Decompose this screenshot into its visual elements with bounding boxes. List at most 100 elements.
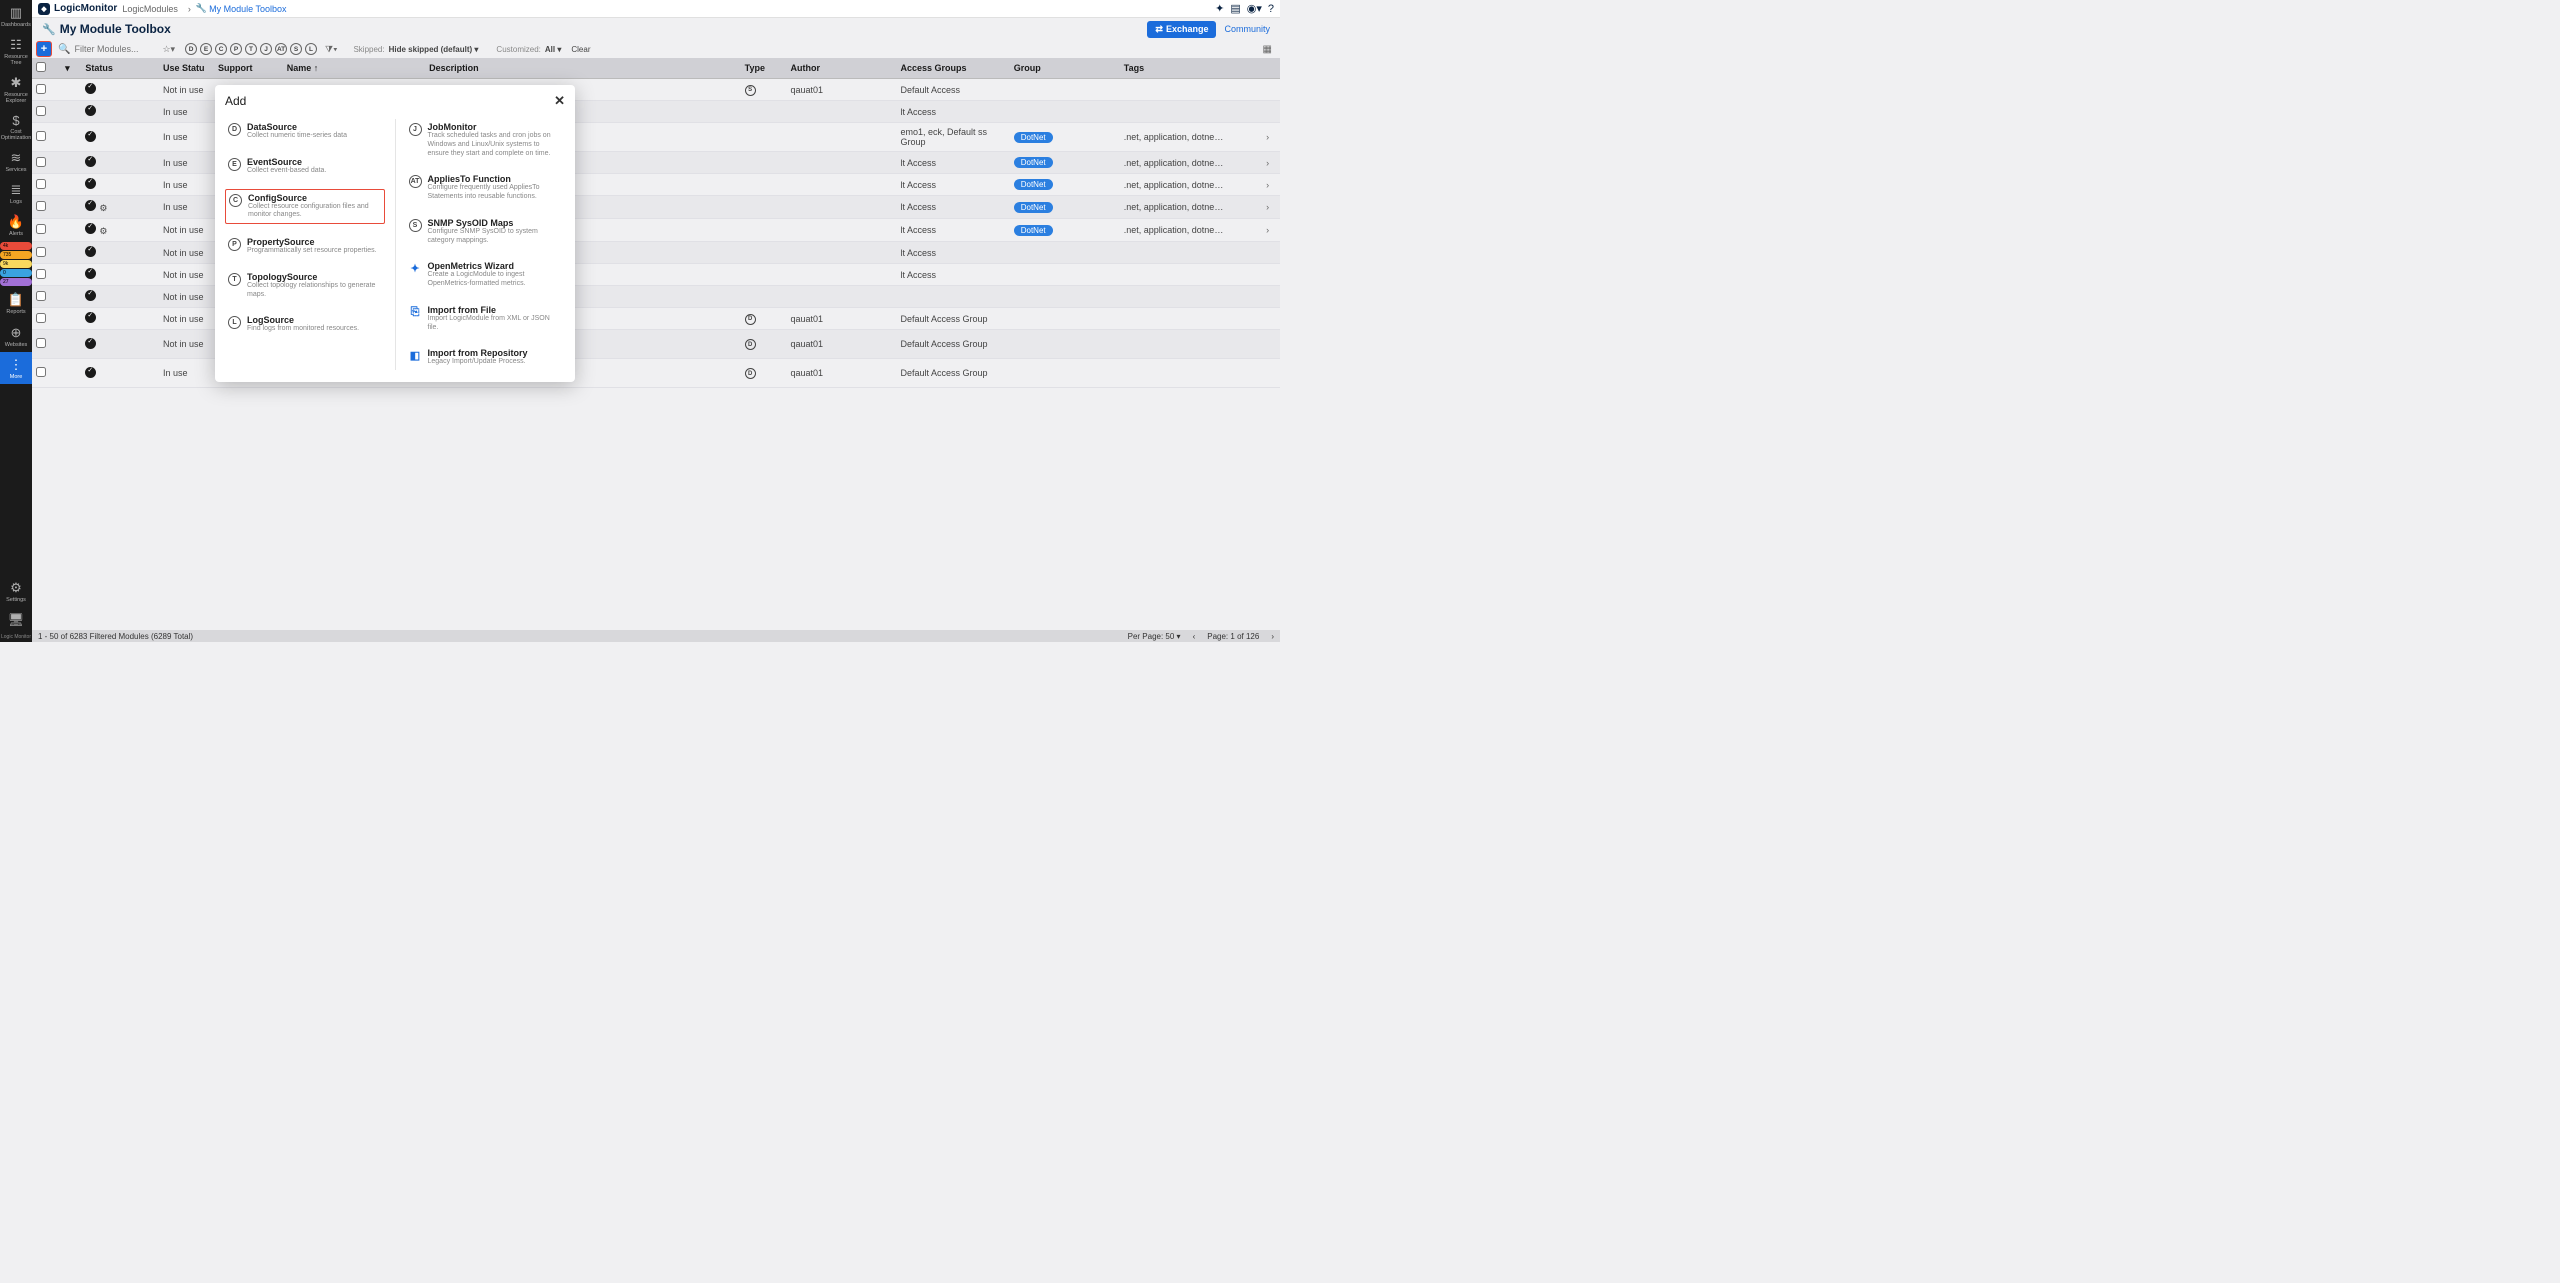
type-filter-s[interactable]: S [290,43,302,55]
col-header[interactable]: Support [214,58,283,79]
row-checkbox[interactable] [36,224,46,234]
add-option-import-from-file[interactable]: ⎘ Import from File Import LogicModule fr… [406,302,566,336]
col-header[interactable]: Status [81,58,159,79]
add-option-snmp-sysoid-maps[interactable]: S SNMP SysOID Maps Configure SNMP SysOID… [406,215,566,249]
add-option-jobmonitor[interactable]: J JobMonitor Track scheduled tasks and c… [406,119,566,161]
sidebar-item-more[interactable]: ⋮More [0,352,32,384]
row-checkbox[interactable] [36,313,46,323]
sidebar-item-cost-optimization[interactable]: $Cost Optimization [0,108,32,145]
select-all-checkbox[interactable] [36,62,46,72]
row-checkbox[interactable] [36,367,46,377]
help-icon[interactable]: ? [1268,3,1274,15]
filter-input[interactable] [74,44,154,54]
col-header[interactable]: Access Groups [896,58,1009,79]
option-desc: Import LogicModule from XML or JSON file… [428,315,563,333]
sidebar-item-logs[interactable]: ≣Logs [0,177,32,209]
alert-badge[interactable]: 9k [0,260,32,268]
sidebar-item-dashboards[interactable]: ▥Dashboards [0,0,32,32]
option-title: ConfigSource [248,193,381,203]
type-filter-e[interactable]: E [200,43,212,55]
clear-button[interactable]: Clear [571,45,590,54]
add-button[interactable]: + [36,41,52,57]
notes-icon[interactable]: ▤ [1230,2,1240,15]
add-option-topologysource[interactable]: T TopologySource Collect topology relati… [225,269,385,303]
col-header[interactable]: Type [741,58,787,79]
col-header[interactable]: Use Statu [159,58,214,79]
option-desc: Legacy Import/Update Process. [428,358,528,367]
brand-logo[interactable]: ◆LogicMonitor [38,3,117,15]
grid-view-icon[interactable]: ▦ [1263,44,1272,55]
row-checkbox[interactable] [36,179,46,189]
pager-next[interactable]: › [1271,632,1274,641]
type-filter-d[interactable]: D [185,43,197,55]
type-filter-t[interactable]: T [245,43,257,55]
add-option-configsource[interactable]: C ConfigSource Collect resource configur… [225,189,385,225]
chevron-right-icon[interactable]: › [1266,158,1269,168]
type-filter-at[interactable]: AT [275,43,287,55]
skipped-dropdown[interactable]: Hide skipped (default) ▾ [389,45,479,54]
wrench-icon: 🔧 [196,3,207,14]
alert-badge[interactable]: 27 [0,278,32,286]
chevron-right-icon[interactable]: › [1266,225,1269,235]
add-option-openmetrics-wizard[interactable]: ✦ OpenMetrics Wizard Create a LogicModul… [406,258,566,292]
star-icon[interactable]: ☆▾ [162,44,175,55]
alert-badge[interactable]: 0 [0,269,32,277]
col-header[interactable] [1262,58,1280,79]
add-option-propertysource[interactable]: P PropertySource Programmatically set re… [225,234,385,259]
sidebar-item-services[interactable]: ≋Services [0,145,32,177]
status-ok-icon [85,156,96,167]
chevron-right-icon[interactable]: › [1266,132,1269,142]
pager[interactable]: Page: 1 of 126 [1207,632,1259,641]
sidebar-item-websites[interactable]: ⊕Websites [0,320,32,352]
row-checkbox[interactable] [36,106,46,116]
add-option-datasource[interactable]: D DataSource Collect numeric time-series… [225,119,385,144]
col-header[interactable] [32,58,61,79]
sidebar-item-resource-explorer[interactable]: ✱Resource Explorer [0,70,32,108]
col-header[interactable]: Tags [1120,58,1262,79]
customized-dropdown[interactable]: All ▾ [545,45,561,54]
row-checkbox[interactable] [36,247,46,257]
row-checkbox[interactable] [36,269,46,279]
exchange-button[interactable]: ⇄Exchange [1147,21,1216,38]
chevron-right-icon[interactable]: › [1266,202,1269,212]
type-filter-p[interactable]: P [230,43,242,55]
type-filter-j[interactable]: J [260,43,272,55]
community-link[interactable]: Community [1224,24,1270,34]
add-option-eventsource[interactable]: E EventSource Collect event-based data. [225,154,385,179]
close-icon[interactable]: ✕ [554,93,565,109]
row-checkbox[interactable] [36,131,46,141]
filter-icon[interactable]: ⧩▾ [325,44,337,55]
row-checkbox[interactable] [36,201,46,211]
sidebar-session[interactable]: 🖥 [0,607,32,633]
per-page[interactable]: Per Page: 50 ▾ [1128,632,1181,641]
type-filter-l[interactable]: L [305,43,317,55]
sparkle-icon[interactable]: ✦ [1215,2,1224,15]
row-checkbox[interactable] [36,338,46,348]
type-filter-c[interactable]: C [215,43,227,55]
breadcrumb-root[interactable]: LogicModules [122,4,178,14]
col-header[interactable]: ▾ [61,58,81,79]
alert-badge[interactable]: 735 [0,251,32,259]
sidebar-item-resource-tree[interactable]: ☷Resource Tree [0,32,32,70]
breadcrumb-page[interactable]: My Module Toolbox [209,4,286,14]
add-option-import-from-repository[interactable]: ◧ Import from Repository Legacy Import/U… [406,345,566,370]
sidebar-settings[interactable]: ⚙Settings [0,575,32,607]
row-checkbox[interactable] [36,291,46,301]
col-header[interactable]: Author [786,58,896,79]
row-checkbox[interactable] [36,157,46,167]
chevron-right-icon[interactable]: › [1266,180,1269,190]
add-option-appliesto-function[interactable]: AT AppliesTo Function Configure frequent… [406,171,566,205]
sidebar-item-alerts[interactable]: 🔥Alerts [0,209,32,241]
modal-title: Add [225,94,246,108]
sidebar-item-reports[interactable]: 📋Reports [0,287,32,319]
col-header[interactable]: Group [1010,58,1120,79]
col-header[interactable]: Name ↑ [283,58,425,79]
alert-badge[interactable]: 4k [0,242,32,250]
pager-prev[interactable]: ‹ [1193,632,1196,641]
toolbar: + 🔍 ☆▾ DECPTJATSL ⧩▾ Skipped: Hide skipp… [32,40,1280,58]
user-icon[interactable]: ◉▾ [1247,2,1262,15]
status-ok-icon [85,200,96,211]
col-header[interactable]: Description [425,58,740,79]
add-option-logsource[interactable]: L LogSource Find logs from monitored res… [225,312,385,337]
row-checkbox[interactable] [36,84,46,94]
